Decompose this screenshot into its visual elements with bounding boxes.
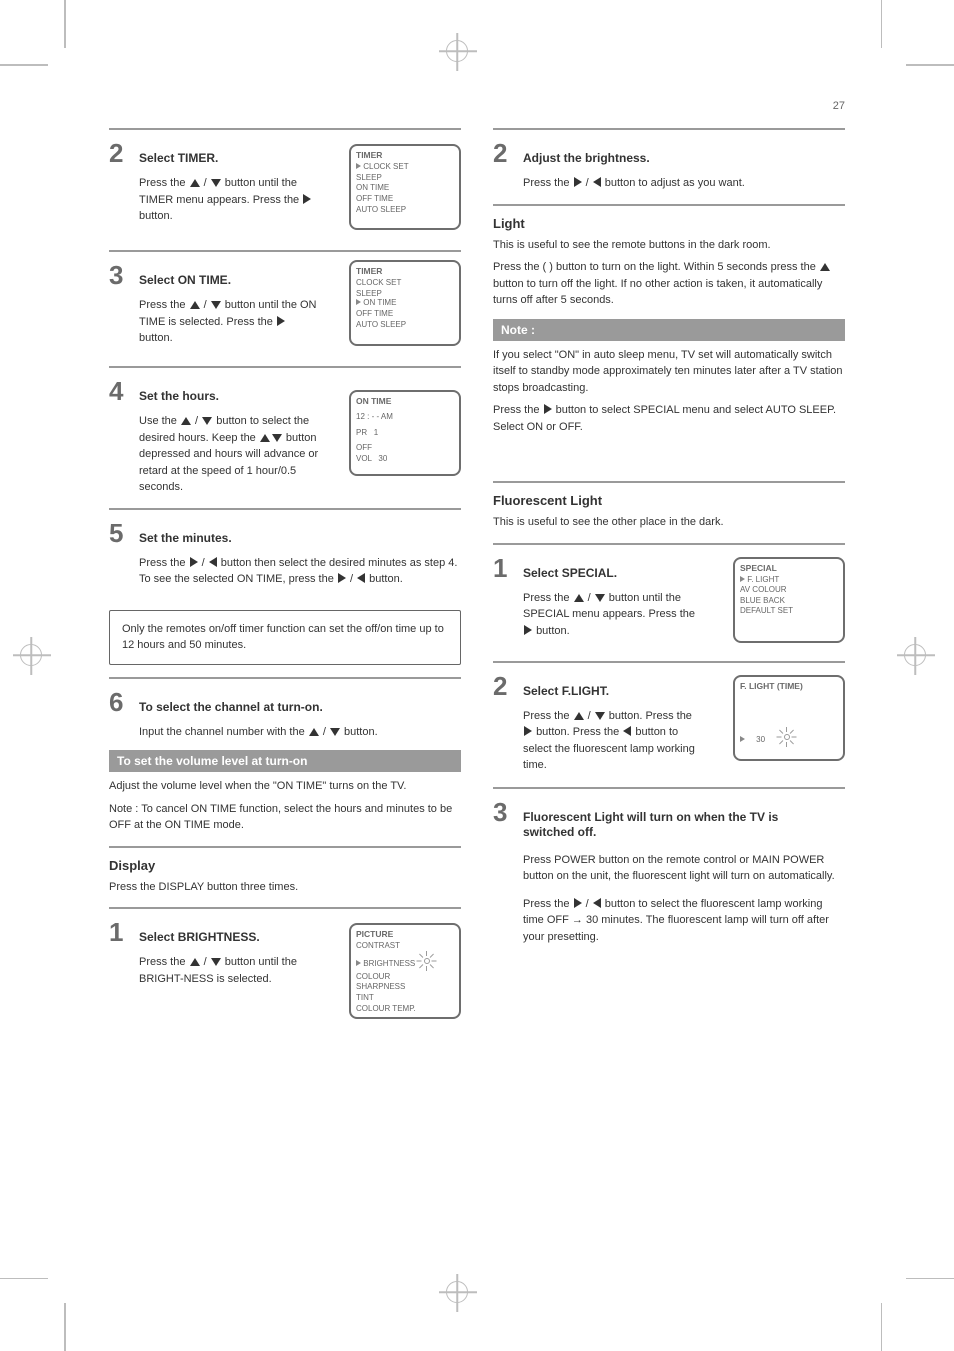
osd-screen: TIMER CLOCK SET SLEEP ON TIME OFF TIME A… (349, 144, 461, 230)
step-title: Set the hours. (139, 389, 219, 405)
step-body: Press the / button. Press the button. Pr… (493, 708, 703, 774)
section-text: Press the DISPLAY button three times. (109, 879, 461, 896)
note-bar: Note : (493, 319, 845, 341)
triangle-right-icon (574, 898, 582, 908)
step-body: Press the / button until the SPECIAL men… (493, 590, 703, 640)
note-text: Adjust the volume level when the "ON TIM… (109, 778, 461, 834)
step-number: 2 (109, 138, 129, 169)
step-body: Press POWER button on the remote control… (493, 852, 845, 946)
section-text: This is useful to see the remote buttons… (493, 237, 845, 309)
note-text: If you select "ON" in auto sleep menu, T… (493, 347, 845, 436)
section-heading: Light (493, 216, 845, 231)
section-heading: Display (109, 858, 461, 873)
triangle-right-icon (277, 316, 285, 326)
osd-screen: TIMER CLOCK SET SLEEP ON TIME OFF TIME A… (349, 260, 461, 346)
triangle-up-icon (574, 594, 584, 602)
triangle-left-icon (357, 573, 365, 583)
osd-screen: SPECIAL F. LIGHT AV COLOUR BLUE BACK DEF… (733, 557, 845, 643)
step-title: Select F.LIGHT. (523, 684, 609, 700)
step-body: Press the / button to adjust as you want… (493, 175, 845, 192)
section-heading: Fluorescent Light (493, 493, 845, 508)
step-body: Press the / button then select the desir… (109, 555, 461, 588)
section-text: This is useful to see the other place in… (493, 514, 845, 531)
triangle-up-icon (190, 958, 200, 966)
step-body: Press the / button until the ON TIME is … (109, 297, 319, 347)
triangle-right-icon (574, 177, 582, 187)
step-title: Select ON TIME. (139, 273, 231, 289)
triangle-right-icon (338, 573, 346, 583)
triangle-left-icon (593, 177, 601, 187)
left-column: 2 Select TIMER. Press the / button until… (109, 128, 461, 1027)
triangle-up-icon (260, 434, 270, 442)
step-body: Input the channel number with the / butt… (109, 724, 461, 741)
step-number: 1 (109, 917, 129, 948)
osd-screen: ON TIME 12 : - - AM PR 1 OFF VOL 30 (349, 390, 461, 476)
step-number: 5 (109, 518, 129, 549)
step-body: Use the / button to select the desired h… (109, 413, 325, 496)
step-number: 6 (109, 687, 129, 718)
triangle-right-icon (190, 557, 198, 567)
triangle-up-icon (190, 301, 200, 309)
triangle-right-icon (303, 194, 311, 204)
triangle-up-icon (574, 712, 584, 720)
step-number: 2 (493, 138, 513, 169)
page-number: 27 (833, 100, 845, 112)
brightness-icon (417, 951, 437, 971)
triangle-up-icon (190, 179, 200, 187)
note-box: Only the remotes on/off timer function c… (109, 610, 461, 665)
triangle-down-icon (595, 594, 605, 602)
right-column: 2 Adjust the brightness. Press the / but… (493, 128, 845, 1027)
triangle-right-icon (524, 625, 532, 635)
note-bar: To set the volume level at turn-on (109, 750, 461, 772)
step-title: Select BRIGHTNESS. (139, 930, 260, 946)
step-body: Press the / button until the TIMER menu … (109, 175, 319, 225)
step-number: 3 (493, 797, 513, 828)
triangle-up-icon (820, 263, 830, 271)
triangle-left-icon (623, 726, 631, 736)
triangle-up-icon (181, 417, 191, 425)
triangle-down-icon (272, 434, 282, 442)
triangle-right-icon (544, 404, 552, 414)
triangle-down-icon (211, 958, 221, 966)
triangle-up-icon (309, 728, 319, 736)
osd-screen: F. LIGHT (TIME) 30 (733, 675, 845, 761)
step-title: Select TIMER. (139, 151, 218, 167)
step-number: 1 (493, 553, 513, 584)
triangle-left-icon (593, 898, 601, 908)
triangle-down-icon (330, 728, 340, 736)
page-content: 27 2 Select TIMER. Press the / button un… (109, 128, 845, 1027)
triangle-down-icon (211, 179, 221, 187)
divider (109, 128, 461, 130)
step-number: 3 (109, 260, 129, 291)
step-number: 2 (493, 671, 513, 702)
triangle-right-icon (524, 726, 532, 736)
brightness-icon (777, 727, 797, 747)
osd-screen: PICTURE CONTRAST BRIGHTNESS COLOUR SHARP… (349, 923, 461, 1019)
triangle-down-icon (202, 417, 212, 425)
step-body: Press the / button until the BRIGHT-NESS… (109, 954, 319, 987)
step-title: Select SPECIAL. (523, 566, 617, 582)
step-title: Adjust the brightness. (523, 151, 650, 167)
step-number: 4 (109, 376, 129, 407)
triangle-down-icon (595, 712, 605, 720)
triangle-down-icon (211, 301, 221, 309)
triangle-left-icon (209, 557, 217, 567)
step-title: Fluorescent Light will turn on when the … (523, 810, 823, 841)
step-title: Set the minutes. (139, 531, 232, 547)
step-title: To select the channel at turn-on. (139, 700, 323, 716)
